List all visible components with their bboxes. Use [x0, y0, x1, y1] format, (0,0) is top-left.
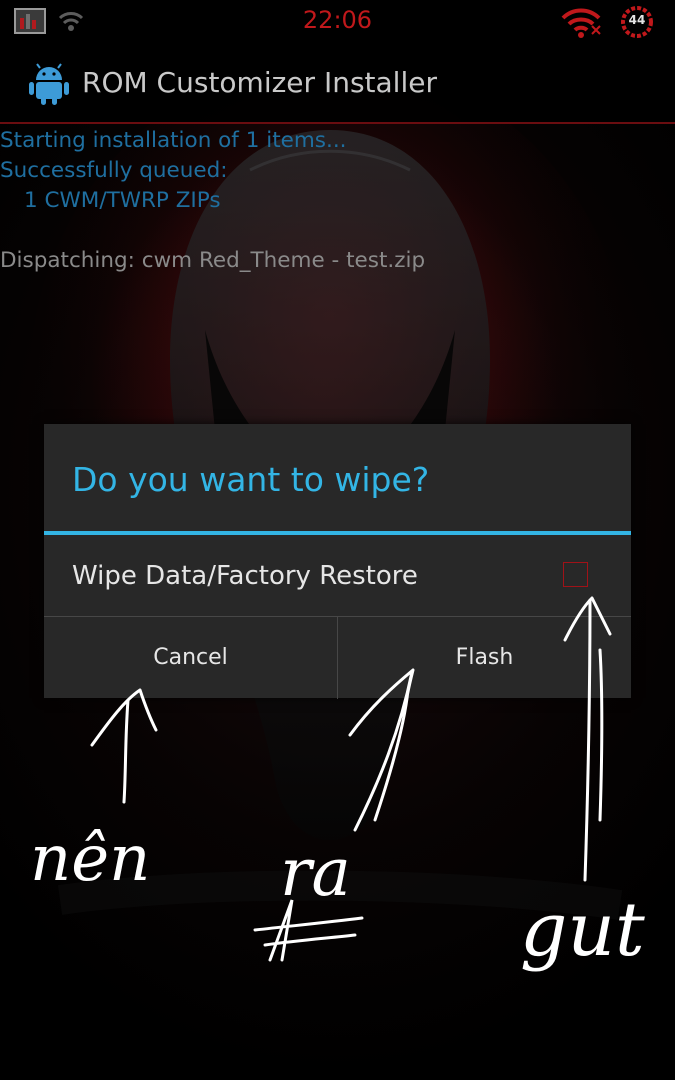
note-flash: ra	[280, 834, 351, 911]
arrow-to-cancel	[90, 688, 158, 804]
handwritten-annotations: nên ra gut	[30, 596, 645, 973]
note-cancel: nên	[30, 822, 150, 896]
arrow-to-flash	[348, 668, 415, 832]
arrow-to-checkbox	[563, 596, 612, 882]
note-checkbox: gut	[520, 887, 645, 973]
